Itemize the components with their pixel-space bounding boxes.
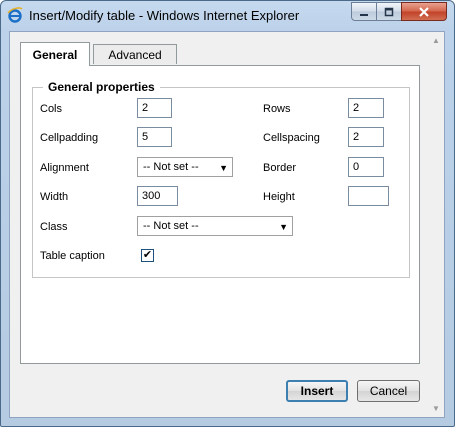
- close-button[interactable]: [401, 2, 447, 21]
- class-select[interactable]: -- Not set -- ▼: [137, 216, 293, 236]
- insert-button[interactable]: Insert: [286, 380, 348, 402]
- tab-general[interactable]: General: [20, 42, 90, 66]
- chevron-down-icon: ▼: [279, 222, 288, 232]
- width-input[interactable]: 300: [137, 186, 178, 206]
- border-label: Border: [263, 162, 297, 174]
- cols-label: Cols: [40, 103, 63, 115]
- cancel-button[interactable]: Cancel: [357, 380, 420, 402]
- scroll-down-icon[interactable]: ▼: [432, 404, 440, 413]
- alignment-select-value: -- Not set --: [143, 161, 199, 173]
- rows-input[interactable]: 2: [348, 98, 384, 118]
- width-label: Width: [40, 191, 69, 203]
- general-panel: General properties Cols 2 Rows 2 Cellpad…: [20, 65, 420, 364]
- minimize-icon: [360, 13, 368, 16]
- maximize-button[interactable]: [376, 2, 402, 21]
- ie-icon: [7, 7, 23, 23]
- scroll-up-icon[interactable]: ▲: [432, 36, 440, 45]
- cols-input[interactable]: 2: [137, 98, 172, 118]
- alignment-select[interactable]: -- Not set -- ▼: [137, 157, 233, 177]
- general-properties-legend: General properties: [43, 80, 160, 94]
- minimize-button[interactable]: [351, 2, 377, 21]
- class-label: Class: [40, 221, 68, 233]
- height-label: Height: [263, 191, 295, 203]
- rows-label: Rows: [263, 103, 291, 115]
- general-properties-fieldset: General properties Cols 2 Rows 2 Cellpad…: [32, 80, 410, 278]
- cellpadding-label: Cellpadding: [40, 132, 99, 144]
- maximize-icon: [384, 7, 394, 16]
- close-icon: [419, 6, 429, 17]
- vertical-scrollbar[interactable]: ▲ ▼: [429, 32, 444, 417]
- cellpadding-input[interactable]: 5: [137, 127, 172, 147]
- dialog-client-area: General Advanced General properties Cols…: [9, 31, 445, 418]
- border-input[interactable]: 0: [348, 157, 384, 177]
- tab-advanced[interactable]: Advanced: [93, 44, 177, 64]
- window-title: Insert/Modify table - Windows Internet E…: [29, 8, 300, 23]
- alignment-label: Alignment: [40, 162, 89, 174]
- table-caption-checkbox[interactable]: ✔: [141, 249, 154, 262]
- checkmark-icon: ✔: [142, 249, 153, 261]
- title-bar[interactable]: Insert/Modify table - Windows Internet E…: [1, 1, 454, 31]
- height-input[interactable]: [348, 186, 389, 206]
- cellspacing-label: Cellspacing: [263, 132, 320, 144]
- dialog-window: Insert/Modify table - Windows Internet E…: [0, 0, 455, 427]
- table-caption-label: Table caption: [40, 250, 105, 262]
- cellspacing-input[interactable]: 2: [348, 127, 384, 147]
- class-select-value: -- Not set --: [143, 220, 199, 232]
- chevron-down-icon: ▼: [219, 163, 228, 173]
